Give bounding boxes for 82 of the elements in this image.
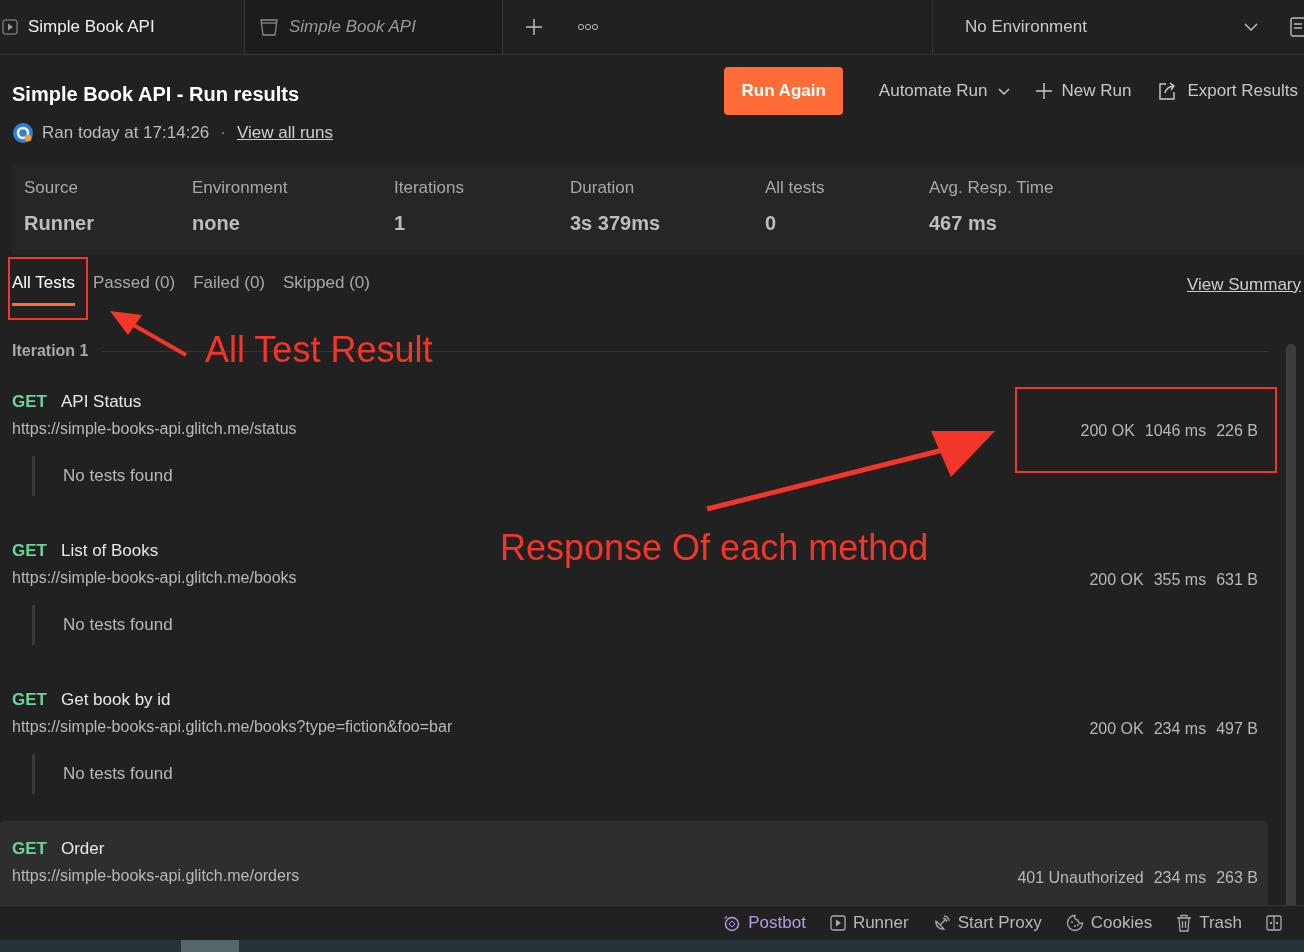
stat-value: 467 ms — [929, 212, 998, 235]
cookie-icon — [1065, 914, 1084, 932]
environment-dropdown[interactable]: No Environment — [933, 0, 1290, 54]
request-url: https://simple-books-api.glitch.me/status — [12, 420, 297, 438]
export-results-button[interactable]: Export Results — [1151, 67, 1304, 115]
response-size: 226 B — [1216, 422, 1258, 440]
request-url: https://simple-books-api.glitch.me/orders — [12, 867, 300, 885]
result-tab[interactable]: Skipped (0) — [283, 264, 370, 306]
request-row[interactable]: GET Order https://simple-books-api.glitch.me/orders 401 Unauthorized 234 ms 263 B — [0, 821, 1268, 905]
no-tests-message: No tests found — [63, 466, 173, 485]
no-tests-message: No tests found — [63, 764, 173, 783]
annotation-text: All Test Result — [205, 329, 433, 371]
no-tests-message: No tests found — [63, 615, 173, 634]
export-icon — [1157, 81, 1178, 101]
response-time: 234 ms — [1153, 869, 1207, 887]
scrollbar-thumb[interactable] — [1286, 344, 1296, 905]
stat-label: Source — [24, 178, 79, 198]
request-url: https://simple-books-api.glitch.me/books?type=fiction&foo=bar — [12, 718, 453, 736]
postbot-button[interactable]: Postbot — [723, 913, 806, 933]
new-run-button[interactable]: New Run — [1029, 67, 1138, 115]
http-method: GET — [12, 839, 47, 859]
stat-value: Runner — [24, 212, 95, 235]
plus-icon — [1035, 83, 1052, 99]
stat-label: Duration — [570, 178, 636, 198]
response-time: 1046 ms — [1144, 422, 1207, 440]
automate-run-button[interactable]: Automate Run — [872, 67, 1016, 115]
response-time: 355 ms — [1153, 571, 1207, 589]
satellite-dish-icon — [932, 914, 951, 932]
document-icon[interactable] — [1290, 17, 1304, 37]
separator-dot: · — [220, 123, 226, 143]
response-time: 234 ms — [1153, 720, 1207, 738]
response-status: 200 OK — [1080, 422, 1135, 440]
request-name: API Status — [60, 392, 142, 412]
workspace-tab[interactable]: Simple Book API — [245, 0, 503, 54]
request-row[interactable]: GET Get book by id https://simple-books-api.glitch.me/books?type=fiction&foo=bar 200 OK 234 ms 497 B No tests found — [0, 672, 1268, 821]
stat-value: 1 — [394, 212, 407, 235]
run-timestamp: Ran today at 17:14:26 — [42, 123, 210, 143]
trash-icon — [1176, 914, 1193, 932]
http-method: GET — [12, 690, 47, 710]
run-title: Simple Book API - Run results — [12, 83, 301, 106]
http-method: GET — [12, 541, 47, 561]
response-status: 200 OK — [1089, 720, 1144, 738]
stat-value: none — [192, 212, 241, 235]
view-all-runs-link[interactable]: View all runs — [236, 123, 334, 143]
stat-label: Iterations — [394, 178, 465, 198]
request-url: https://simple-books-api.glitch.me/books — [12, 569, 297, 587]
response-size: 263 B — [1216, 869, 1258, 887]
plus-icon[interactable] — [525, 18, 543, 36]
more-icon[interactable] — [577, 23, 599, 31]
stat-label: Avg. Resp. Time — [929, 178, 1054, 198]
bot-icon — [723, 914, 742, 932]
runner-button[interactable]: Runner — [829, 913, 909, 933]
runner-avatar-icon — [12, 122, 34, 144]
response-size: 631 B — [1216, 571, 1258, 589]
request-name: Order — [60, 839, 105, 859]
request-name: Get book by id — [60, 690, 171, 710]
response-size: 497 B — [1216, 720, 1258, 738]
http-method: GET — [12, 392, 47, 412]
result-tab[interactable]: Failed (0) — [193, 264, 265, 306]
start-proxy-button[interactable]: Start Proxy — [932, 913, 1042, 933]
play-icon — [829, 915, 846, 931]
stat-value: 0 — [765, 212, 778, 235]
stat-label: Environment — [192, 178, 289, 198]
stat-label: All tests — [765, 178, 826, 198]
annotation-text: Response Of each method — [500, 527, 929, 569]
response-status: 200 OK — [1089, 571, 1144, 589]
workspace-tab[interactable]: Simple Book API — [0, 0, 245, 54]
chevron-down-icon — [1244, 23, 1258, 31]
trash-bin-icon — [259, 18, 279, 36]
result-tab[interactable]: All Tests — [12, 264, 75, 306]
request-name: List of Books — [60, 541, 159, 561]
stat-value: 3s 379ms — [570, 212, 662, 235]
result-tab[interactable]: Passed (0) — [93, 264, 176, 306]
chevron-down-icon — [997, 87, 1010, 95]
response-status: 401 Unauthorized — [1017, 869, 1144, 887]
horizontal-scrollbar-thumb[interactable] — [181, 940, 239, 952]
two-pane-layout-icon[interactable] — [1266, 915, 1282, 931]
play-icon — [2, 19, 18, 35]
cookies-button[interactable]: Cookies — [1065, 913, 1153, 933]
view-summary-link[interactable]: View Summary — [1187, 275, 1301, 295]
trash-button[interactable]: Trash — [1176, 913, 1242, 933]
iteration-label: Iteration 1 — [12, 342, 89, 360]
